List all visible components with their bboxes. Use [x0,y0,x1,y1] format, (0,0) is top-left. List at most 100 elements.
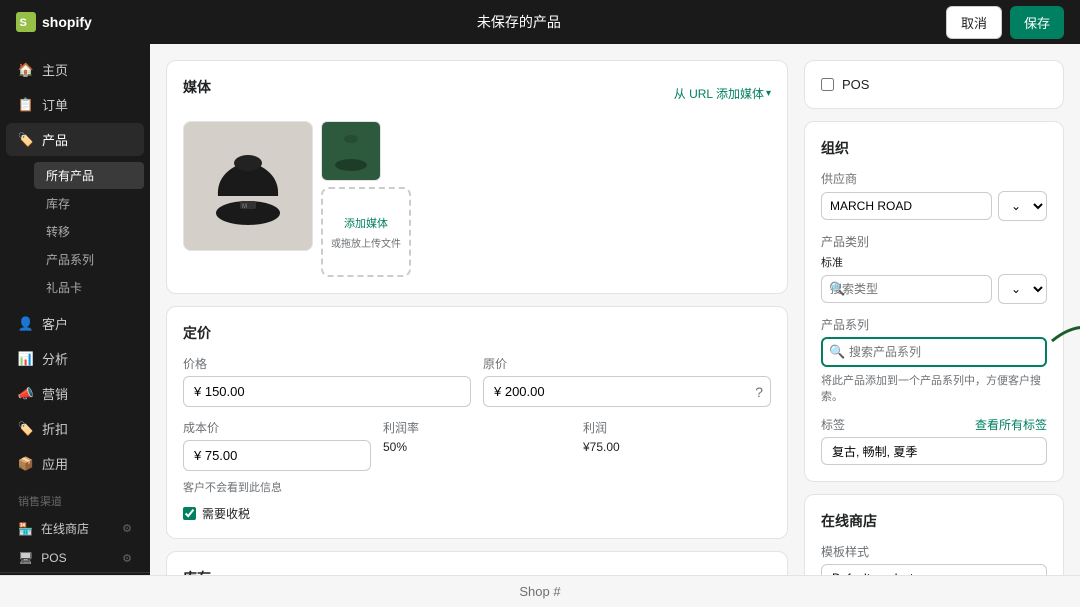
price-input[interactable] [183,376,471,407]
margin-label: 利润率 [383,419,571,436]
product-series-section: 产品系列 🔍 将此产品添加到一个产品系列中，方便客户搜索。 [821,316,1047,404]
category-label: 产品类别 [821,233,1047,250]
tax-label: 需要收税 [202,505,250,522]
logo-text: shopify [42,14,92,30]
series-search-wrap: 🔍 [821,337,1047,367]
analytics-icon: 📊 [18,351,34,367]
pos-settings-icon[interactable]: ⚙ [122,552,132,565]
series-search-input[interactable] [821,337,1047,367]
category-select[interactable]: ⌄ [998,274,1047,304]
supplier-section: 供应商 ⌄ [821,170,1047,221]
beanie-black-image: M [208,141,288,231]
right-column: POS 组织 供应商 ⌄ [804,60,1064,575]
cost-label: 成本价 [183,419,371,436]
profit-info: 利润 ¥75.00 [583,419,771,454]
add-url-label: 从 URL 添加媒体 [674,85,764,102]
sidebar-channel-online-store[interactable]: 🏪 在线商店 ⚙ [6,514,144,543]
customers-icon: 👤 [18,316,34,332]
sidebar-item-apps[interactable]: 📦 应用 [6,447,144,480]
sidebar-label-discounts: 折扣 [42,419,68,438]
shopify-logo-icon: S [16,12,36,32]
sidebar-item-customers[interactable]: 👤 客户 [6,307,144,340]
help-icon[interactable]: ? [755,384,763,400]
arrow-annotation [1042,311,1080,371]
shop-text: Shop # [519,584,560,599]
tags-label: 标签 [821,416,845,433]
sidebar-sub-item-collections[interactable]: 产品系列 [34,246,144,273]
media-secondary: 添加媒体 或拖放上传文件 [321,121,411,277]
compare-label: 原价 [483,355,771,372]
pos-checkbox[interactable] [821,78,834,91]
upload-label: 或拖放上传文件 [331,235,401,250]
margin-value: 50% [383,440,571,454]
profit-label: 利润 [583,419,771,436]
media-item-main[interactable]: M [183,121,313,251]
compare-price-field: 原价 ? [483,355,771,407]
series-search-icon: 🔍 [829,344,845,360]
sidebar-sub-products: 所有产品 库存 转移 产品系列 礼品卡 [0,157,150,306]
sidebar-sub-item-all-products[interactable]: 所有产品 [34,162,144,189]
sidebar-item-orders[interactable]: 📋 订单 [6,88,144,121]
supplier-select[interactable]: ⌄ [998,191,1047,221]
left-column: 媒体 从 URL 添加媒体 ▾ M [166,60,788,559]
sidebar-section-channels: 销售渠道 [0,481,150,513]
sidebar-item-products[interactable]: 🏷️ 产品 [6,123,144,156]
template-section: 模板样式 Default product 指定当前商店模板中的一个产品模板，以定… [821,543,1047,575]
compare-price-input[interactable] [483,376,771,407]
category-section: 产品类别 标准 🔍 ⌄ [821,233,1047,304]
topbar-title: 未保存的产品 [477,12,561,32]
inventory-card: 库存 库存管理方 Shopify [166,551,788,575]
supplier-label: 供应商 [821,170,1047,187]
sidebar-item-marketing[interactable]: 📣 营销 [6,377,144,410]
pos-label: POS [842,77,869,92]
pricing-title: 定价 [183,323,771,343]
tax-checkbox[interactable] [183,507,196,520]
template-select-wrap: Default product [821,564,1047,575]
tags-input[interactable] [821,437,1047,465]
store-icon: 🏪 [18,522,33,536]
discounts-icon: 🏷️ [18,421,34,437]
pos-row: POS [821,77,1047,92]
sidebar-sub-item-transfers[interactable]: 转移 [34,218,144,245]
products-icon: 🏷️ [18,132,34,148]
sidebar-item-discounts[interactable]: 🏷️ 折扣 [6,412,144,445]
channel-settings-icon[interactable]: ⚙ [122,522,132,535]
cancel-button[interactable]: 取消 [946,6,1002,39]
shopify-logo: S shopify [16,12,92,32]
topbar-left: S shopify [16,12,92,32]
series-label: 产品系列 [821,316,1047,333]
media-header: 媒体 从 URL 添加媒体 ▾ [183,77,771,109]
customer-note: 客户不会看到此信息 [183,479,771,495]
sidebar-sub-item-gift-cards[interactable]: 礼品卡 [34,274,144,301]
supplier-input-row: ⌄ [821,191,1047,221]
add-media-title: 添加媒体 [344,215,388,231]
media-title: 媒体 [183,77,211,97]
bottom-bar: Shop # [0,575,1080,607]
sidebar-label-marketing: 营销 [42,384,68,403]
content-area: 媒体 从 URL 添加媒体 ▾ M [150,44,1080,575]
svg-text:S: S [20,17,27,29]
sidebar-sub-item-inventory[interactable]: 库存 [34,190,144,217]
price-field: 价格 [183,355,471,407]
template-select[interactable]: Default product [821,564,1047,575]
orders-icon: 📋 [18,97,34,113]
chevron-down-icon: ▾ [766,88,771,99]
inventory-title: 库存 [183,568,771,575]
compare-input-wrap: ? [483,376,771,407]
tags-link[interactable]: 查看所有标签 [975,416,1047,433]
category-search-input[interactable] [821,275,992,303]
sidebar-item-analytics[interactable]: 📊 分析 [6,342,144,375]
cost-row: 成本价 利润率 50% 利润 ¥75.00 [183,419,771,471]
media-item-green[interactable] [321,121,381,181]
sidebar-item-home[interactable]: 🏠 主页 [6,53,144,86]
save-button[interactable]: 保存 [1010,6,1064,39]
sidebar-label-home: 主页 [42,60,68,79]
category-sub: 标准 [821,254,1047,270]
supplier-input[interactable] [821,192,992,220]
add-url-link[interactable]: 从 URL 添加媒体 ▾ [674,85,771,102]
channel-label-online-store: 在线商店 [41,520,89,537]
add-media-button[interactable]: 添加媒体 或拖放上传文件 [321,187,411,277]
sidebar-channel-pos[interactable]: 🖥 POS ⚙ [6,545,144,571]
cost-input[interactable] [183,440,371,471]
tags-section: 标签 查看所有标签 [821,416,1047,465]
